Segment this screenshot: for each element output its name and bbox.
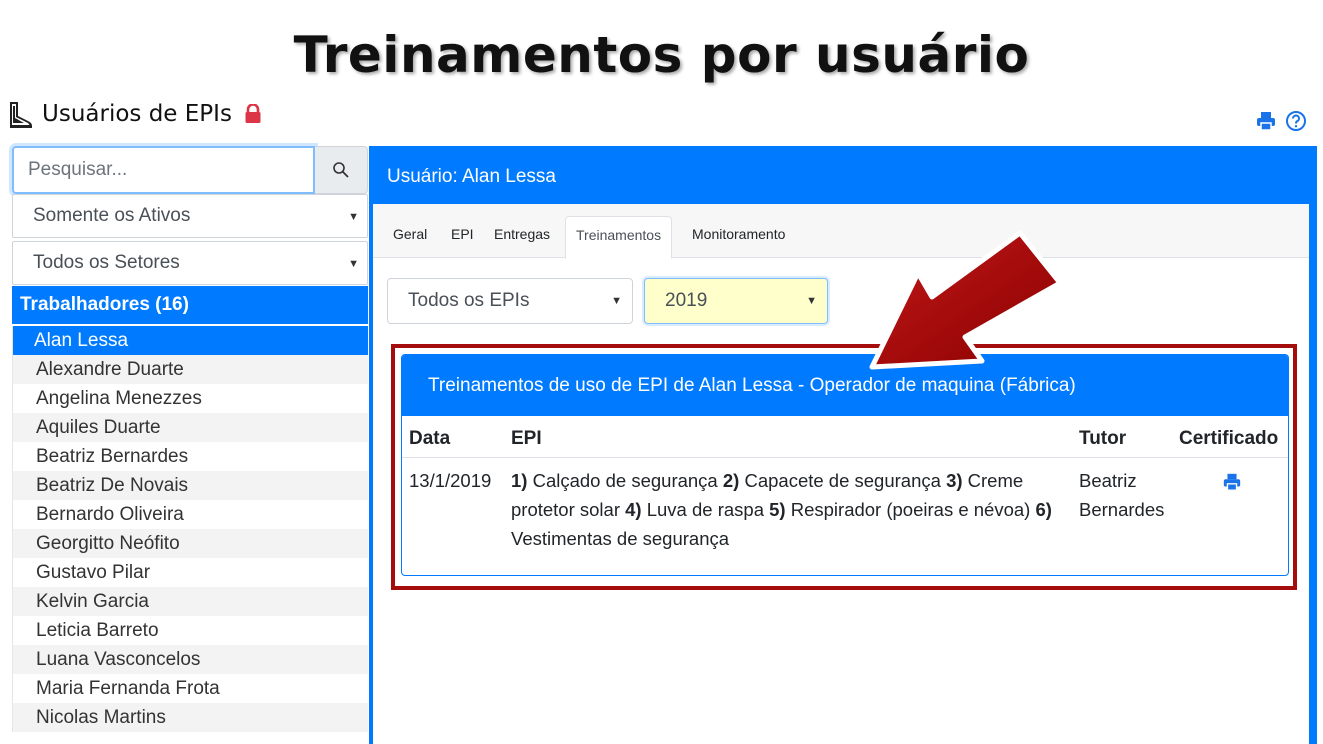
print-icon[interactable] bbox=[1222, 472, 1242, 492]
epi-name: Calçado de segurança bbox=[532, 470, 718, 491]
sidebar: Somente os Ativos ▼ Todos os Setores ▼ T… bbox=[12, 146, 368, 744]
worker-item[interactable]: Georgitto Neófito bbox=[12, 529, 368, 558]
tab-geral[interactable]: Geral bbox=[393, 226, 427, 242]
help-icon[interactable] bbox=[1285, 110, 1307, 132]
worker-item[interactable]: Gustavo Pilar bbox=[12, 558, 368, 587]
tab-entregas[interactable]: Entregas bbox=[494, 226, 550, 242]
epi-number: 3) bbox=[946, 470, 963, 491]
search-icon bbox=[333, 162, 349, 178]
search-group bbox=[12, 146, 368, 194]
worker-item[interactable]: Aquiles Duarte bbox=[12, 413, 368, 442]
epi-name: Vestimentas de segurança bbox=[511, 528, 730, 549]
main-panel: Usuário: Alan Lessa Geral EPI Entregas T… bbox=[369, 146, 1317, 744]
worker-item[interactable]: Maria Fernanda Frota bbox=[12, 674, 368, 703]
column-date: Data bbox=[409, 428, 451, 449]
user-title: Usuário: Alan Lessa bbox=[387, 166, 556, 187]
sector-filter-select[interactable]: Todos os Setores ▼ bbox=[12, 241, 368, 285]
search-input[interactable] bbox=[12, 146, 315, 194]
workers-list: Alan Lessa Alexandre Duarte Angelina Men… bbox=[12, 326, 368, 732]
worker-item[interactable]: Nicolas Martins bbox=[12, 703, 368, 732]
top-tools bbox=[1255, 110, 1307, 132]
column-tutor: Tutor bbox=[1079, 428, 1127, 449]
tab-bar: Geral EPI Entregas Treinamentos Monitora… bbox=[373, 204, 1309, 259]
epi-number: 1) bbox=[511, 470, 528, 491]
tab-epi[interactable]: EPI bbox=[451, 226, 474, 242]
table-header: Data EPI Tutor Certificado bbox=[402, 416, 1288, 458]
worker-item[interactable]: Kelvin Garcia bbox=[12, 587, 368, 616]
epi-number: 5) bbox=[769, 499, 786, 520]
row-date: 13/1/2019 bbox=[409, 470, 492, 491]
main-body: Geral EPI Entregas Treinamentos Monitora… bbox=[373, 204, 1309, 744]
caret-down-icon: ▼ bbox=[611, 295, 622, 307]
print-icon[interactable] bbox=[1255, 110, 1277, 132]
worker-item[interactable]: Beatriz Bernardes bbox=[12, 442, 368, 471]
year-filter-value: 2019 bbox=[665, 290, 708, 311]
app-title: Usuários de EPIs bbox=[42, 101, 232, 127]
workers-header: Trabalhadores (16) bbox=[12, 286, 368, 324]
epi-filter-value: Todos os EPIs bbox=[408, 290, 530, 311]
caret-down-icon: ▼ bbox=[348, 258, 359, 270]
epi-number: 4) bbox=[625, 499, 642, 520]
slide-title: Treinamentos por usuário bbox=[293, 26, 1030, 84]
worker-item[interactable]: Angelina Menezzes bbox=[12, 384, 368, 413]
status-filter-select[interactable]: Somente os Ativos ▼ bbox=[12, 194, 368, 238]
epi-filter-select[interactable]: Todos os EPIs ▼ bbox=[387, 278, 633, 324]
card-title: Treinamentos de uso de EPI de Alan Lessa… bbox=[402, 355, 1288, 416]
epi-name: Respirador (poeiras e névoa) bbox=[790, 499, 1031, 520]
worker-item[interactable]: Luana Vasconcelos bbox=[12, 645, 368, 674]
caret-down-icon: ▼ bbox=[806, 295, 817, 307]
epi-name: Capacete de segurança bbox=[744, 470, 941, 491]
epi-name: Luva de raspa bbox=[646, 499, 764, 520]
worker-item[interactable]: Beatriz De Novais bbox=[12, 471, 368, 500]
table-row: 13/1/2019 1) Calçado de segurança 2) Cap… bbox=[402, 458, 1288, 568]
trainings-card: Treinamentos de uso de EPI de Alan Lessa… bbox=[401, 354, 1289, 576]
row-tutor: Beatriz Bernardes bbox=[1079, 470, 1165, 520]
lock-icon bbox=[245, 104, 261, 123]
epi-number: 6) bbox=[1035, 499, 1052, 520]
boot-icon bbox=[10, 102, 32, 128]
sector-filter-value: Todos os Setores bbox=[33, 252, 180, 273]
caret-down-icon: ▼ bbox=[348, 211, 359, 223]
epi-number: 2) bbox=[722, 470, 740, 491]
column-epi: EPI bbox=[511, 428, 542, 449]
status-filter-value: Somente os Ativos bbox=[33, 205, 191, 226]
search-button[interactable] bbox=[315, 146, 368, 194]
highlight-box: Treinamentos de uso de EPI de Alan Lessa… bbox=[391, 344, 1297, 590]
tab-treinamentos[interactable]: Treinamentos bbox=[565, 216, 673, 259]
worker-item[interactable]: Bernardo Oliveira bbox=[12, 500, 368, 529]
worker-item[interactable]: Leticia Barreto bbox=[12, 616, 368, 645]
year-filter-select[interactable]: 2019 ▼ bbox=[644, 278, 828, 324]
worker-item[interactable]: Alexandre Duarte bbox=[12, 355, 368, 384]
app-header: Usuários de EPIs bbox=[6, 98, 262, 130]
column-certificate: Certificado bbox=[1179, 428, 1279, 449]
worker-item[interactable]: Alan Lessa bbox=[12, 326, 368, 355]
row-epi-list: 1) Calçado de segurança 2) Capacete de s… bbox=[511, 466, 1071, 553]
tab-monitoramento[interactable]: Monitoramento bbox=[692, 226, 785, 242]
